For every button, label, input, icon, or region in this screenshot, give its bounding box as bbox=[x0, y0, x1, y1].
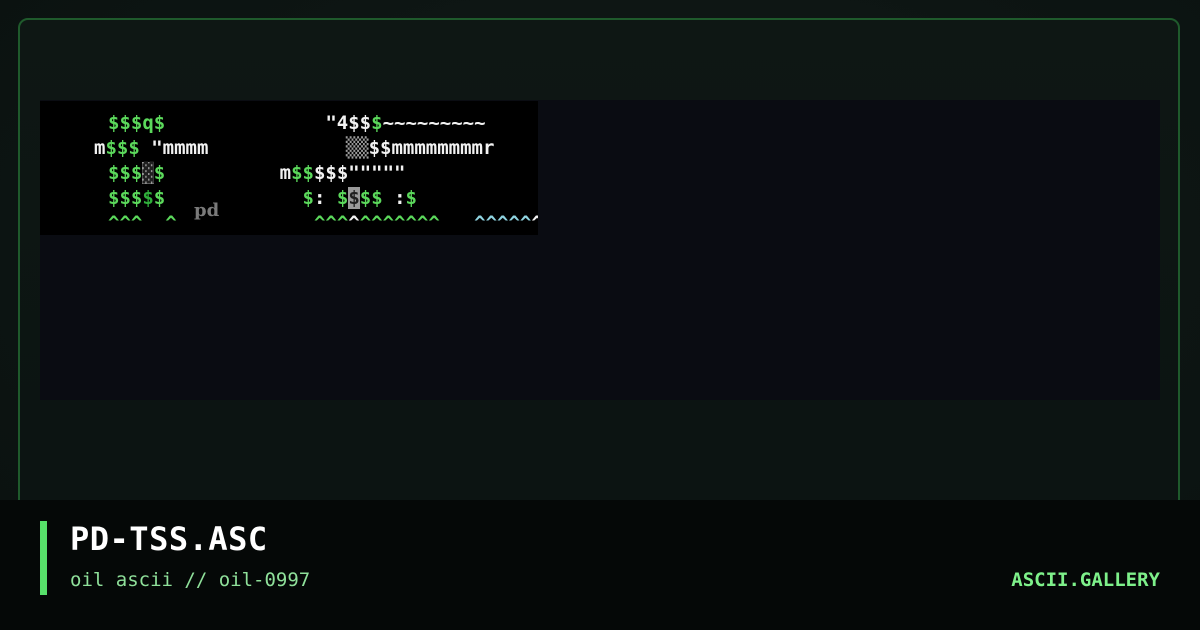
art-line-3: $$$▓$ m$$$$$""""" bbox=[108, 162, 406, 184]
art-line-2: m$$$ "mmmm ▒▒$$mmmmmmmmr bbox=[94, 137, 495, 159]
art-tag: pd bbox=[194, 200, 220, 221]
art-line-5: ^^^ ^ ^^^^^^^^^^^ ^^^^^^ bbox=[108, 212, 538, 234]
art-subtitle: oil ascii // oil-0997 bbox=[70, 569, 311, 591]
art-line-4: $$$$$ $: $$$$ :$ bbox=[108, 187, 417, 209]
art-title: PD-TSS.ASC bbox=[70, 520, 268, 558]
art-line-1: $$$q$ "4$$$~~~~~~~~~ bbox=[108, 112, 486, 134]
accent-bar bbox=[40, 521, 47, 595]
ascii-art: $$$q$ "4$$$~~~~~~~~~ m$$$ "mmmm ▒▒$$mmmm… bbox=[40, 101, 538, 235]
site-brand[interactable]: ASCII.GALLERY bbox=[1011, 569, 1160, 591]
